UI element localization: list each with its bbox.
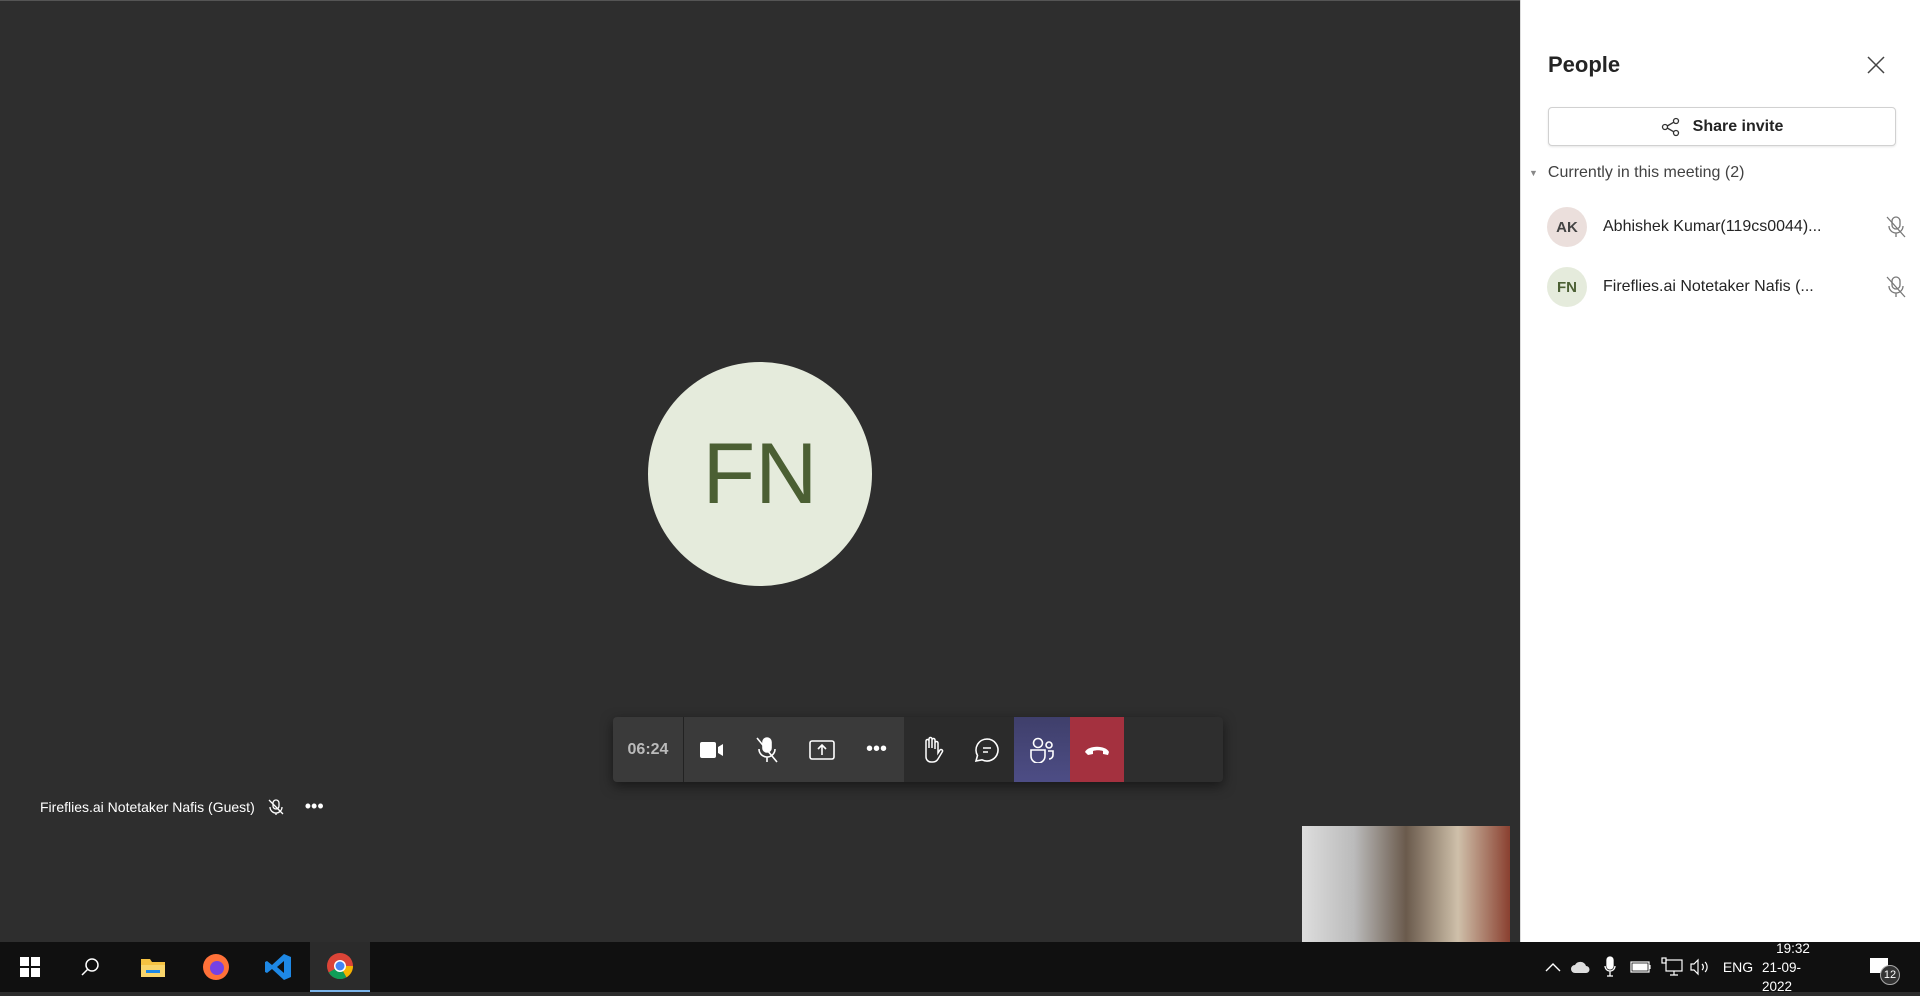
panel-title: People (1548, 52, 1621, 77)
taskbar: ENG 19:32 21-09-2022 12 (0, 940, 1920, 994)
hangup-button[interactable] (1070, 717, 1124, 782)
people-button[interactable] (1014, 717, 1070, 782)
hangup-icon (1085, 746, 1109, 755)
meeting-section-toggle[interactable]: ▼ Currently in this meeting (2) (1529, 164, 1744, 182)
vscode-button[interactable] (248, 942, 308, 992)
participant-row[interactable]: AK Abhishek Kumar(119cs0044)... (1547, 205, 1907, 249)
share-screen-button[interactable] (794, 717, 849, 782)
chrome-button[interactable] (310, 942, 370, 992)
mic-off-icon (755, 736, 778, 763)
avatar: AK (1547, 207, 1587, 247)
share-screen-icon (808, 739, 835, 760)
people-panel: People Share invite ▼ Currently in this … (1520, 0, 1920, 942)
firefox-button[interactable] (186, 942, 246, 992)
participant-name: Abhishek Kumar(119cs0044)... (1603, 218, 1822, 235)
microphone-icon[interactable] (1599, 942, 1621, 992)
mic-button[interactable] (739, 717, 794, 782)
participant-avatar: FN (648, 362, 872, 586)
clock-date: 21-09-2022 (1762, 959, 1802, 994)
mic-off-icon (268, 798, 284, 815)
self-video-preview[interactable] (1302, 826, 1510, 943)
language-indicator[interactable]: ENG (1720, 942, 1756, 992)
file-explorer-button[interactable] (123, 942, 183, 992)
participant-row[interactable]: FN Fireflies.ai Notetaker Nafis (... (1547, 265, 1907, 309)
share-icon (1661, 117, 1679, 136)
chat-button[interactable] (959, 717, 1014, 782)
participant-label: Fireflies.ai Notetaker Nafis (Guest) ••• (40, 796, 324, 817)
more-icon: ••• (865, 738, 887, 760)
share-invite-label: Share invite (1692, 117, 1784, 135)
camera-button[interactable] (684, 717, 739, 782)
onedrive-icon[interactable] (1569, 942, 1593, 992)
call-timer: 06:24 (613, 717, 684, 782)
meeting-stage: FN Fireflies.ai Notetaker Nafis (Guest) … (0, 0, 1520, 943)
notification-count: 12 (1880, 965, 1900, 985)
raise-hand-icon (924, 736, 943, 763)
participant-name: Fireflies.ai Notetaker Nafis (Guest) (40, 798, 255, 815)
call-toolbar: 06:24 ••• (613, 717, 1223, 782)
chevron-up-icon (1545, 963, 1561, 972)
caret-down-icon: ▼ (1529, 168, 1538, 178)
folder-icon (141, 959, 165, 977)
close-icon[interactable] (1863, 52, 1889, 78)
volume-icon[interactable] (1688, 942, 1712, 992)
avatar: FN (1547, 267, 1587, 307)
chrome-icon (327, 953, 354, 980)
windows-icon (20, 957, 40, 977)
mic-off-icon (1886, 276, 1906, 298)
start-button[interactable] (0, 942, 60, 992)
vscode-icon (265, 954, 291, 980)
participant-more-button[interactable]: ••• (305, 796, 324, 817)
mic-off-icon (1886, 216, 1906, 238)
clock-time: 19:32 (1776, 940, 1810, 956)
battery-icon[interactable] (1629, 942, 1653, 992)
firefox-icon (203, 954, 229, 980)
show-hidden-icons-button[interactable] (1541, 942, 1565, 992)
more-actions-button[interactable]: ••• (849, 717, 904, 782)
participant-name: Fireflies.ai Notetaker Nafis (... (1603, 278, 1814, 295)
camera-icon (699, 741, 723, 758)
clock[interactable]: 19:32 21-09-2022 (1762, 940, 1824, 994)
chat-icon (974, 737, 999, 762)
search-icon (81, 958, 99, 976)
section-label: Currently in this meeting (2) (1547, 164, 1745, 181)
share-invite-button[interactable]: Share invite (1548, 107, 1896, 146)
action-center-button[interactable]: 12 (1860, 942, 1900, 992)
raise-hand-button[interactable] (904, 717, 959, 782)
search-button[interactable] (60, 942, 120, 992)
people-icon (1030, 737, 1054, 763)
network-icon[interactable] (1659, 942, 1685, 992)
